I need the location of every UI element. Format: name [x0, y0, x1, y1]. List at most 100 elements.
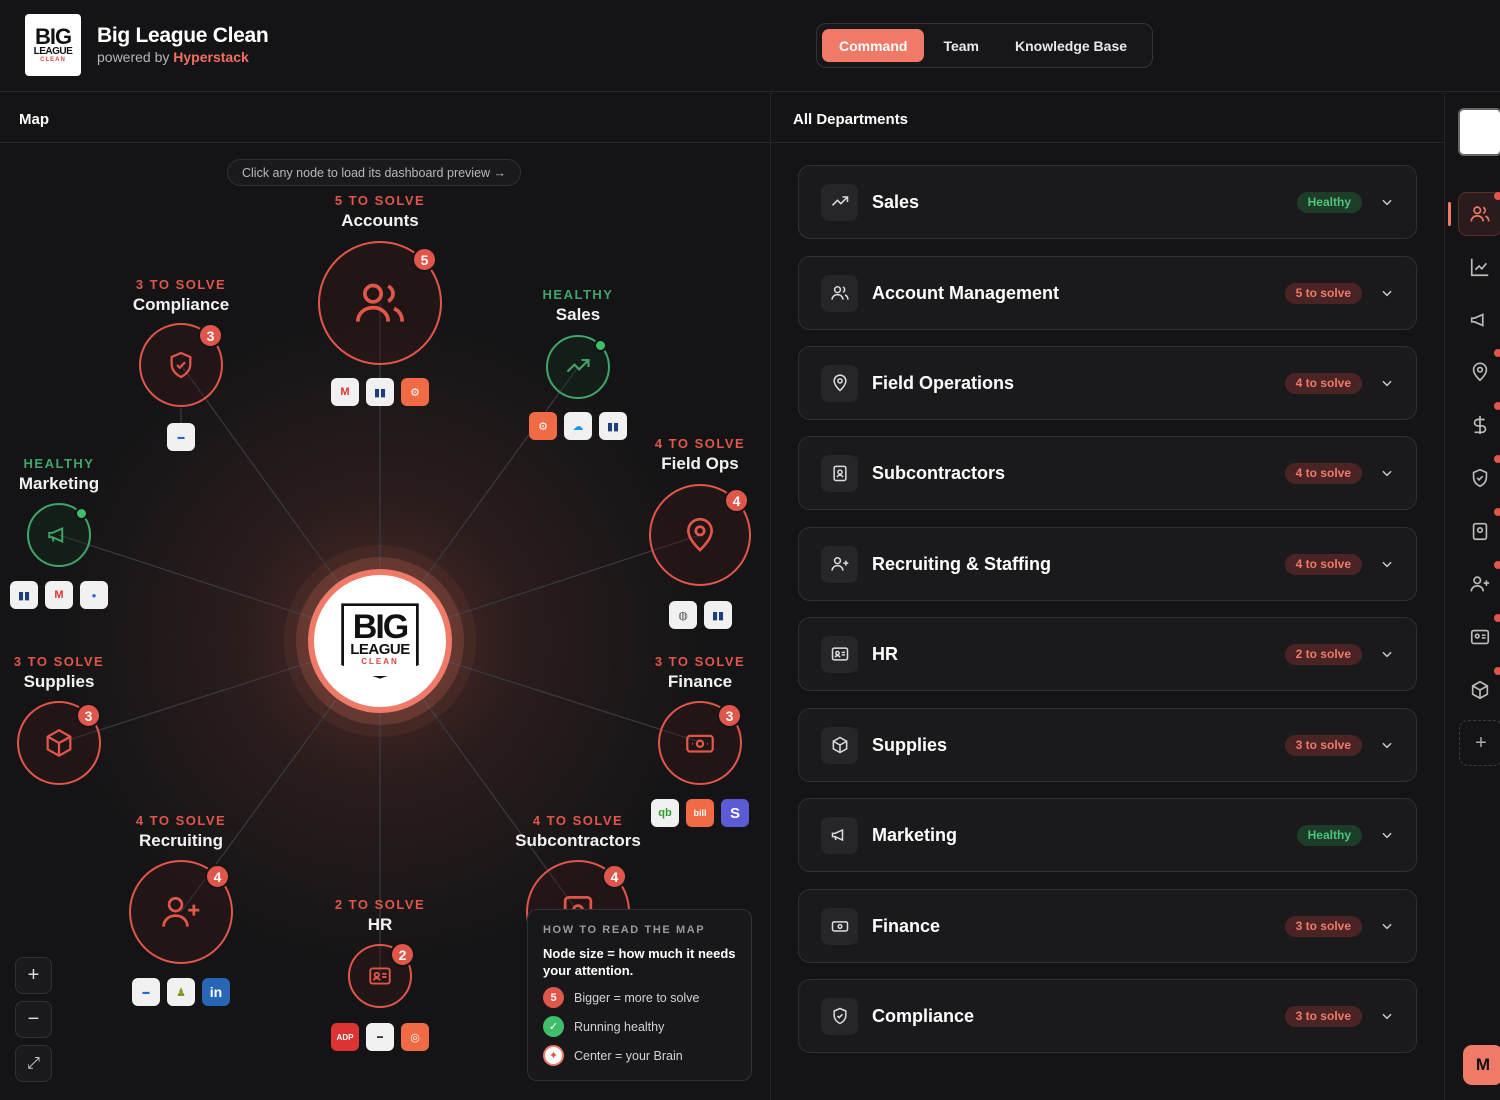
node-badge-accounts: 5: [412, 247, 437, 272]
chart-icon: [1470, 258, 1489, 277]
rail-accounts[interactable]: [1458, 192, 1500, 236]
zoom-in-button[interactable]: +: [15, 957, 52, 994]
dept-card-subcontractors[interactable]: Subcontractors 4 to solve: [798, 436, 1417, 510]
bill-icon: bill: [686, 799, 714, 827]
rail-supplies[interactable]: [1460, 670, 1500, 710]
dept-card-recruiting-staffing[interactable]: Recruiting & Staffing 4 to solve: [798, 527, 1417, 601]
field-ops-apps: ◍ ▮▮: [669, 601, 732, 629]
node-sales[interactable]: [546, 335, 610, 399]
app-logo[interactable]: BIG LEAGUE CLEAN: [25, 14, 81, 76]
dept-card-supplies[interactable]: Supplies 3 to solve: [798, 708, 1417, 782]
megaphone-icon: [821, 816, 858, 854]
chevron-down-icon[interactable]: [1380, 195, 1394, 209]
dept-card-account-management[interactable]: Account Management 5 to solve: [798, 256, 1417, 330]
dept-card-marketing[interactable]: Marketing Healthy: [798, 798, 1417, 872]
node-hr[interactable]: 2: [348, 942, 415, 1008]
dept-name: Sales: [872, 191, 920, 212]
chevron-down-icon[interactable]: [1380, 919, 1394, 933]
node-status-hr: 2 TO SOLVE: [334, 897, 426, 912]
rail-hr[interactable]: [1460, 617, 1500, 657]
node-accounts[interactable]: 5: [318, 241, 442, 365]
zoom-out-button[interactable]: −: [15, 1001, 52, 1038]
legend-text: Bigger = more to solve: [574, 990, 700, 1005]
rail-subcontractors[interactable]: [1460, 511, 1500, 551]
chevron-down-icon[interactable]: [1380, 828, 1394, 842]
chevron-down-icon[interactable]: [1380, 738, 1394, 752]
rail-recruiting[interactable]: [1460, 564, 1500, 604]
chevron-down-icon[interactable]: [1380, 647, 1394, 661]
node-status-sales: HEALTHY: [542, 287, 614, 302]
status-badge: Healthy: [1296, 191, 1362, 213]
badge-icon: [1472, 522, 1488, 541]
rail-alert-dot: [1494, 561, 1500, 569]
status-badge: 3 to solve: [1284, 1005, 1362, 1027]
dept-name: Recruiting & Staffing: [872, 553, 1051, 574]
center-brain-node[interactable]: BIG LEAGUE CLEAN: [308, 569, 452, 713]
user-avatar[interactable]: M: [1463, 1045, 1500, 1085]
map-canvas[interactable]: Click any node to load its dashboard pre…: [0, 143, 770, 1100]
add-department-button[interactable]: +: [1459, 720, 1500, 766]
status-badge: 4 to solve: [1284, 462, 1362, 484]
id-card-icon: [821, 635, 858, 673]
dept-card-finance[interactable]: Finance 3 to solve: [798, 889, 1417, 963]
dept-card-compliance[interactable]: Compliance 3 to solve: [798, 979, 1417, 1053]
dept-card-sales[interactable]: Sales Healthy: [798, 165, 1417, 239]
dept-card-hr[interactable]: HR 2 to solve: [798, 617, 1417, 691]
accounts-apps: M ▮▮ ⚙: [331, 378, 429, 406]
shield-icon: [1472, 468, 1488, 488]
rail-field-ops[interactable]: [1460, 352, 1500, 392]
fit-view-button[interactable]: ⤢: [15, 1045, 52, 1082]
chevron-down-icon[interactable]: [1380, 1009, 1394, 1023]
chevron-down-icon[interactable]: [1380, 557, 1394, 571]
rail-alert-dot: [1494, 192, 1500, 200]
rail-finance[interactable]: [1460, 405, 1500, 445]
rail-divider: [1444, 93, 1445, 1100]
pin-icon: [686, 517, 714, 552]
hubspot-icon: ⚙: [529, 412, 557, 440]
dept-name: Supplies: [872, 734, 948, 755]
dept-card-field-operations[interactable]: Field Operations 4 to solve: [798, 346, 1417, 420]
status-badge: 2 to solve: [1284, 643, 1362, 665]
box-icon: [821, 726, 858, 764]
node-recruiting[interactable]: 4: [129, 860, 233, 964]
powered-brand: Hyperstack: [173, 49, 249, 65]
rail-compliance[interactable]: [1460, 458, 1500, 498]
node-compliance[interactable]: 3: [139, 323, 223, 407]
hubspot-icon: ⚙: [401, 378, 429, 406]
tab-knowledge-base[interactable]: Knowledge Base: [998, 29, 1144, 62]
top-bar: BIG LEAGUE CLEAN Big League Clean powere…: [0, 0, 1500, 92]
center-logo-league: LEAGUE: [350, 640, 410, 658]
app-logo-icon: ♟: [167, 978, 195, 1006]
node-supplies[interactable]: 3: [17, 701, 101, 785]
node-name-finance: Finance: [667, 672, 733, 691]
chevron-down-icon[interactable]: [1380, 466, 1394, 480]
marketing-apps: ▮▮ M ●: [10, 581, 108, 609]
paychex-icon: ▬: [366, 1023, 394, 1051]
chevron-down-icon[interactable]: [1380, 286, 1394, 300]
rail-marketing[interactable]: [1460, 300, 1500, 340]
node-name-subcontractors: Subcontractors: [515, 831, 641, 850]
legend-item: ✓ Running healthy: [543, 1016, 736, 1037]
user-plus-icon: [162, 896, 200, 927]
tab-command[interactable]: Command: [822, 29, 925, 62]
center-logo-big: BIG: [352, 608, 409, 647]
trend-icon: [566, 358, 590, 373]
workspace-logo[interactable]: [1458, 108, 1500, 156]
tab-team[interactable]: Team: [926, 29, 996, 62]
node-badge-finance: 3: [717, 703, 742, 728]
legend-description: Node size = how much it needs your atten…: [543, 946, 736, 978]
chevron-down-icon[interactable]: [1380, 376, 1394, 390]
node-name-accounts: Accounts: [341, 211, 419, 230]
node-finance[interactable]: 3: [658, 701, 742, 785]
box-icon: [46, 728, 72, 758]
node-field-ops[interactable]: 4: [649, 484, 751, 586]
users-icon: [821, 274, 858, 312]
node-name-hr: HR: [367, 915, 393, 934]
status-badge: Healthy: [1296, 824, 1362, 846]
shield-icon: [821, 997, 858, 1035]
node-status-supplies: 3 TO SOLVE: [13, 654, 105, 669]
rail-sales[interactable]: [1460, 247, 1500, 287]
logo-big-text: BIG: [34, 23, 72, 49]
node-marketing[interactable]: [27, 503, 91, 567]
center-logo-clean: CLEAN: [361, 657, 399, 667]
